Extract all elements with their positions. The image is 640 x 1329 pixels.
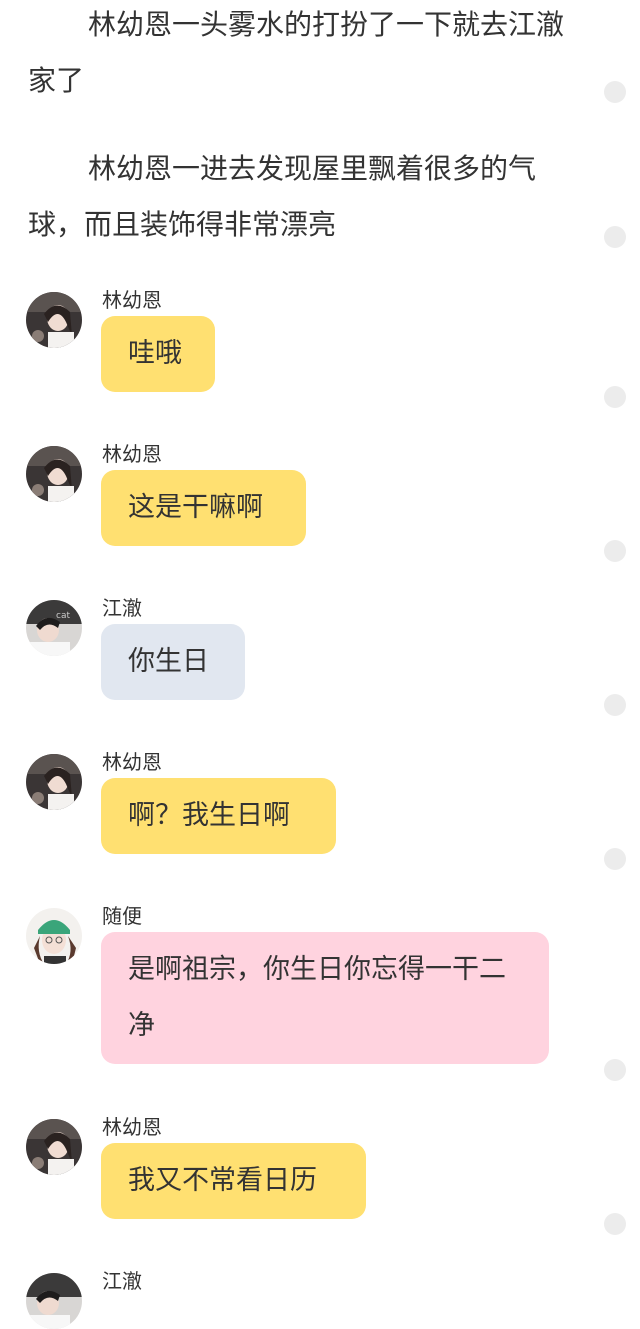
- linyouen-avatar[interactable]: [26, 1119, 82, 1175]
- svg-text:cat: cat: [56, 611, 70, 621]
- message-bubble[interactable]: 这是干嘛啊: [101, 470, 306, 546]
- sender-name: 林幼恩: [102, 288, 162, 312]
- sender-name: 林幼恩: [102, 1115, 162, 1139]
- message-bubble[interactable]: 是啊祖宗，你生日你忘得一干二净: [101, 932, 549, 1064]
- comment-dot[interactable]: [604, 81, 626, 103]
- message-text: 啊？我生日啊: [128, 800, 290, 831]
- message-bubble[interactable]: 啊？我生日啊: [101, 778, 336, 854]
- message-text: 是啊祖宗，你生日你忘得一干二净: [128, 954, 506, 1041]
- message-text: 这是干嘛啊: [128, 492, 263, 523]
- message-text: 你生日: [128, 646, 209, 677]
- comment-dot[interactable]: [604, 386, 626, 408]
- sender-name: 林幼恩: [102, 750, 162, 774]
- message-bubble[interactable]: 你生日: [101, 624, 245, 700]
- sender-name: 江澈: [102, 1269, 142, 1293]
- linyouen-avatar[interactable]: [26, 754, 82, 810]
- comment-dot[interactable]: [604, 226, 626, 248]
- suibian-avatar[interactable]: [26, 908, 82, 964]
- comment-dot[interactable]: [604, 1213, 626, 1235]
- narration-paragraph: 林幼恩一进去发现屋里飘着很多的气球，而且装饰得非常漂亮: [28, 152, 537, 241]
- message-bubble[interactable]: 我又不常看日历: [101, 1143, 366, 1219]
- sender-name: 林幼恩: [102, 442, 162, 466]
- jiangche-avatar[interactable]: cat: [26, 600, 82, 656]
- message-bubble[interactable]: 哇哦: [101, 316, 215, 392]
- comment-dot[interactable]: [604, 848, 626, 870]
- message-text: 我又不常看日历: [128, 1165, 317, 1196]
- narration-paragraph: 林幼恩一头雾水的打扮了一下就去江澈家了: [28, 8, 565, 97]
- message-text: 哇哦: [128, 338, 182, 369]
- comment-dot[interactable]: [604, 694, 626, 716]
- jiangche-avatar[interactable]: [26, 1273, 82, 1329]
- sender-name: 随便: [102, 904, 142, 928]
- linyouen-avatar[interactable]: [26, 446, 82, 502]
- comment-dot[interactable]: [604, 1059, 626, 1081]
- linyouen-avatar[interactable]: [26, 292, 82, 348]
- comment-dot[interactable]: [604, 540, 626, 562]
- sender-name: 江澈: [102, 596, 142, 620]
